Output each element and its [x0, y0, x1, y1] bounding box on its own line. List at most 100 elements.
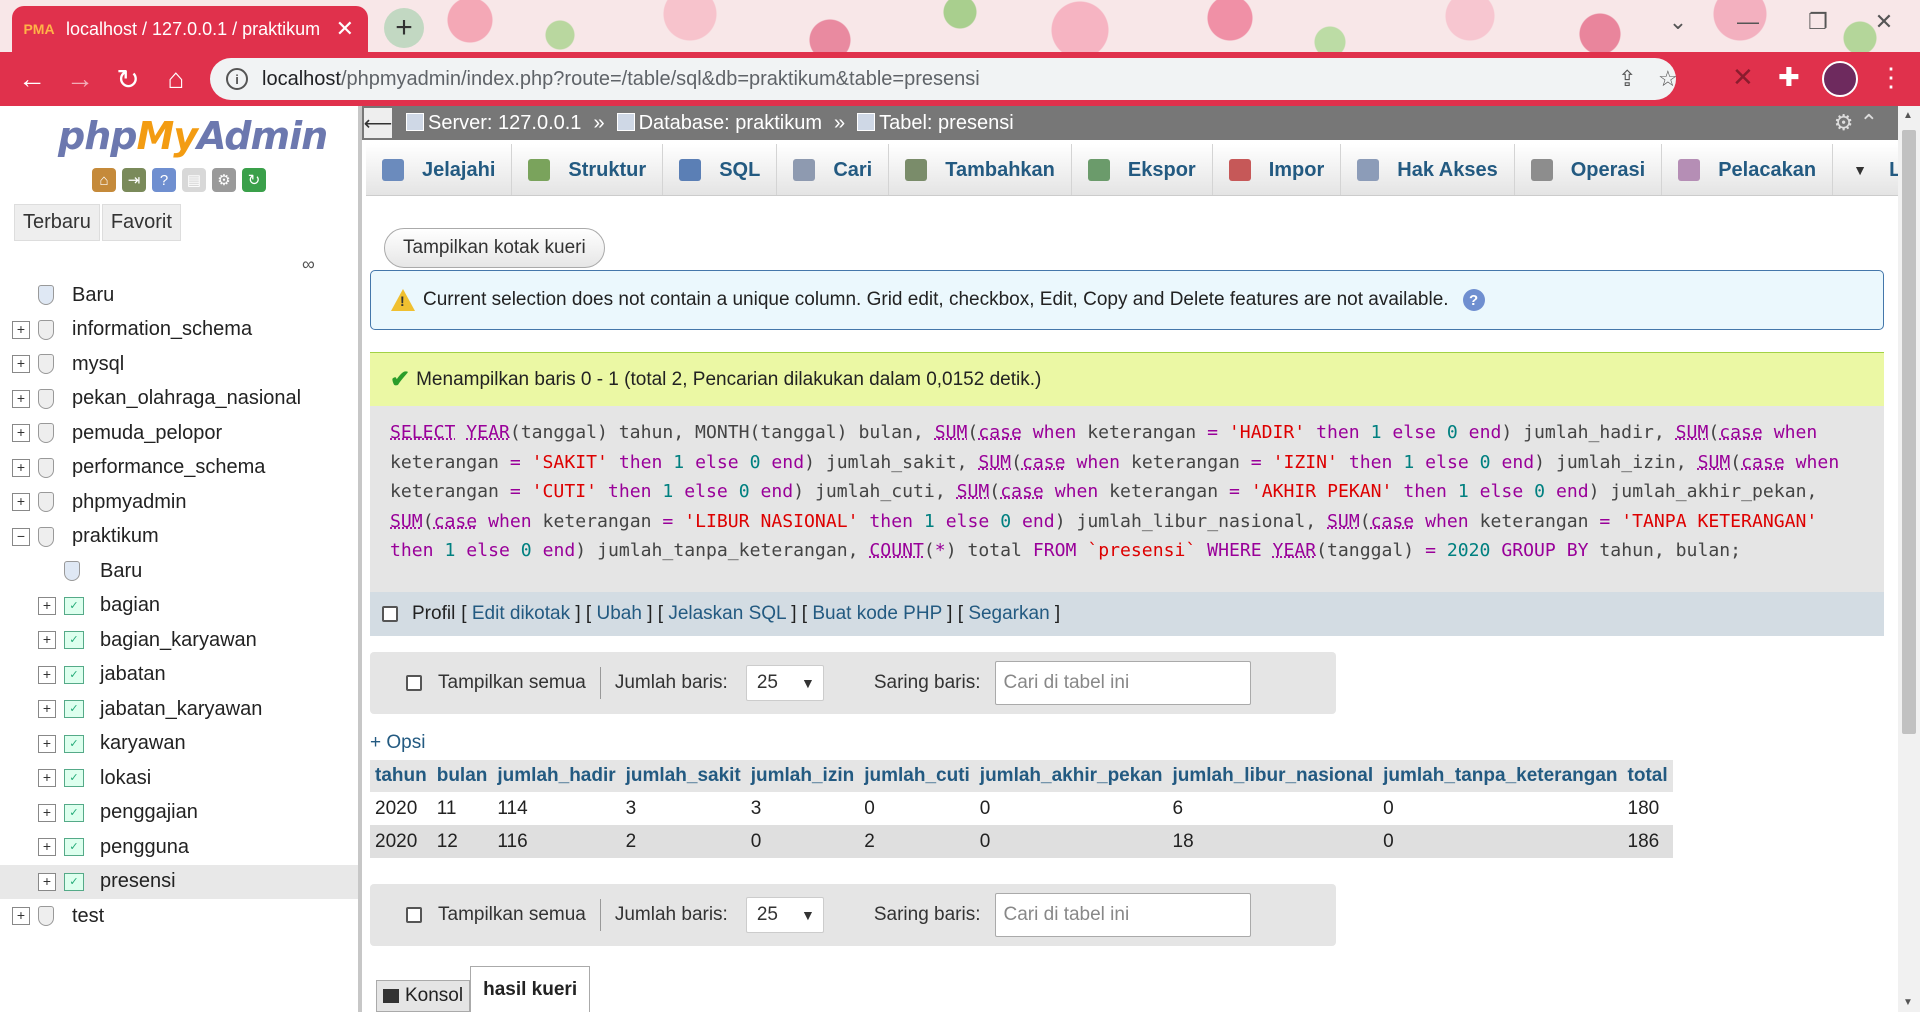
tab-pelacakan[interactable]: Pelacakan	[1662, 144, 1834, 195]
explain-sql-link[interactable]: Jelaskan SQL	[668, 603, 786, 624]
tree-item-information-schema[interactable]: + information_schema	[0, 313, 358, 348]
tab-jelajahi[interactable]: Jelajahi	[366, 144, 513, 195]
tree-item-label[interactable]: karyawan	[100, 732, 186, 755]
tab-sql[interactable]: SQL	[663, 144, 778, 195]
help-icon[interactable]: ?	[152, 168, 176, 192]
tree-item-label[interactable]: lokasi	[100, 767, 151, 790]
column-header-jumlah-sakit[interactable]: jumlah_sakit	[620, 760, 746, 792]
share-icon[interactable]: ⇪	[1618, 66, 1636, 92]
expand-icon[interactable]: +	[12, 424, 30, 443]
tree-item-label[interactable]: Baru	[72, 284, 114, 307]
logout-icon[interactable]: ⇥	[122, 168, 146, 192]
chrome-menu-icon[interactable]: ⋮	[1878, 62, 1904, 93]
recent-tables-button[interactable]: Terbaru	[14, 204, 100, 241]
column-header-bulan[interactable]: bulan	[431, 760, 493, 792]
browser-tab[interactable]: PMA localhost / 127.0.0.1 / praktikum ✕	[12, 6, 368, 52]
tab-impor[interactable]: Impor	[1213, 144, 1342, 195]
tree-item-karyawan[interactable]: + ✓ karyawan	[0, 727, 358, 762]
tree-item-lokasi[interactable]: + ✓ lokasi	[0, 761, 358, 796]
column-header-jumlah-libur-nasional[interactable]: jumlah_libur_nasional	[1167, 760, 1379, 792]
reload-nav-icon[interactable]: ↻	[242, 168, 266, 192]
show-all-checkbox[interactable]	[406, 907, 422, 923]
bookmark-star-icon[interactable]: ☆	[1658, 66, 1678, 92]
column-header-jumlah-hadir[interactable]: jumlah_hadir	[492, 760, 621, 792]
tree-item-penggajian[interactable]: + ✓ penggajian	[0, 796, 358, 831]
documentation-help-icon[interactable]: ?	[1462, 289, 1485, 311]
breadcrumb-database[interactable]: Database: praktikum	[616, 112, 822, 135]
column-header-jumlah-akhir-pekan[interactable]: jumlah_akhir_pekan	[974, 760, 1168, 792]
tree-item-label[interactable]: performance_schema	[72, 456, 265, 479]
tree-item-label[interactable]: bagian	[100, 594, 160, 617]
expand-icon[interactable]: +	[12, 355, 30, 374]
collapse-nav-arrow-icon[interactable]: ⟵	[364, 108, 392, 138]
show-all-checkbox[interactable]	[406, 675, 422, 691]
tree-item-label[interactable]: phpmyadmin	[72, 491, 187, 514]
home-icon[interactable]: ⌂	[92, 168, 116, 192]
tree-item-baru[interactable]: Baru	[0, 554, 358, 589]
refresh-link[interactable]: Segarkan	[968, 603, 1049, 624]
collapse-icon[interactable]: −	[12, 527, 30, 546]
window-close-icon[interactable]: ✕	[1864, 4, 1904, 40]
page-settings-icon[interactable]: ⚙ ⌃	[1834, 110, 1878, 136]
tree-item-bagian[interactable]: + ✓ bagian	[0, 589, 358, 624]
phpmyadmin-logo[interactable]: phpMyAdmin	[58, 114, 328, 158]
column-header-tahun[interactable]: tahun	[370, 760, 432, 792]
create-php-code-link[interactable]: Buat kode PHP	[812, 603, 942, 624]
breadcrumb-table[interactable]: Tabel: presensi	[857, 112, 1014, 135]
tab-lai[interactable]: ▼ Lai	[1833, 144, 1898, 195]
home-icon[interactable]: ⌂	[152, 55, 200, 103]
extension-x-icon[interactable]: ✕	[1732, 62, 1754, 93]
tree-item-pengguna[interactable]: + ✓ pengguna	[0, 830, 358, 865]
expand-icon[interactable]: +	[12, 907, 30, 926]
tab-hak-akses[interactable]: Hak Akses	[1341, 144, 1515, 195]
filter-rows-input[interactable]: Cari di tabel ini	[994, 661, 1251, 705]
expand-icon[interactable]: +	[38, 700, 56, 719]
tree-item-pemuda-pelopor[interactable]: + pemuda_pelopor	[0, 416, 358, 451]
expand-icon[interactable]: +	[38, 838, 56, 857]
tree-item-label[interactable]: praktikum	[72, 525, 159, 548]
restore-icon[interactable]: ❐	[1798, 4, 1838, 40]
tree-item-label[interactable]: bagian_karyawan	[100, 629, 257, 652]
tree-item-label[interactable]: test	[72, 905, 104, 928]
tree-item-label[interactable]: Baru	[100, 560, 142, 583]
expand-icon[interactable]: +	[38, 665, 56, 684]
expand-icon[interactable]: +	[38, 596, 56, 615]
expand-icon[interactable]: +	[38, 734, 56, 753]
tree-item-label[interactable]: presensi	[100, 870, 176, 893]
page-scrollbar[interactable]: ▲ ▼	[1898, 106, 1920, 1012]
tree-item-presensi[interactable]: + ✓ presensi	[0, 864, 358, 899]
tab-tambahkan[interactable]: Tambahkan	[889, 144, 1072, 195]
edit-inline-link[interactable]: Edit dikotak	[472, 603, 570, 624]
column-header-total[interactable]: total	[1622, 760, 1674, 792]
tree-item-baru[interactable]: Baru	[0, 278, 358, 313]
documentation-icon[interactable]: ▤	[182, 168, 206, 192]
tab-operasi[interactable]: Operasi	[1515, 144, 1663, 195]
tree-item-jabatan-karyawan[interactable]: + ✓ jabatan_karyawan	[0, 692, 358, 727]
minimize-icon[interactable]: —	[1728, 4, 1768, 40]
tree-item-pekan-olahraga-nasional[interactable]: + pekan_olahraga_nasional	[0, 382, 358, 417]
tab-search-chevron-icon[interactable]: ⌄	[1658, 4, 1698, 40]
tree-item-label[interactable]: mysql	[72, 353, 124, 376]
tab-close-icon[interactable]: ✕	[336, 16, 354, 42]
tree-item-label[interactable]: pemuda_pelopor	[72, 422, 222, 445]
tree-item-bagian-karyawan[interactable]: + ✓ bagian_karyawan	[0, 623, 358, 658]
extensions-puzzle-icon[interactable]: ✚	[1778, 62, 1800, 93]
filter-rows-input[interactable]: Cari di tabel ini	[994, 893, 1251, 937]
expand-icon[interactable]: +	[38, 803, 56, 822]
expand-icon[interactable]: +	[38, 631, 56, 650]
tree-item-label[interactable]: pekan_olahraga_nasional	[72, 387, 301, 410]
link-with-main-panel-icon[interactable]: ∞	[302, 254, 315, 275]
tab-ekspor[interactable]: Ekspor	[1072, 144, 1213, 195]
reload-icon[interactable]: ↻	[104, 55, 152, 103]
rows-per-page-select[interactable]: 25 ▼	[745, 897, 824, 933]
settings-gear-icon[interactable]: ⚙	[212, 168, 236, 192]
breadcrumb-server[interactable]: Server: 127.0.0.1	[406, 112, 581, 135]
tree-item-label[interactable]: jabatan	[100, 663, 166, 686]
tree-item-mysql[interactable]: + mysql	[0, 347, 358, 382]
tree-item-label[interactable]: jabatan_karyawan	[100, 698, 262, 721]
show-query-box-button[interactable]: Tampilkan kotak kueri	[384, 228, 605, 268]
tree-item-jabatan[interactable]: + ✓ jabatan	[0, 658, 358, 693]
tree-item-test[interactable]: + test	[0, 899, 358, 934]
tab-struktur[interactable]: Struktur	[512, 144, 664, 195]
expand-icon[interactable]: +	[38, 769, 56, 788]
